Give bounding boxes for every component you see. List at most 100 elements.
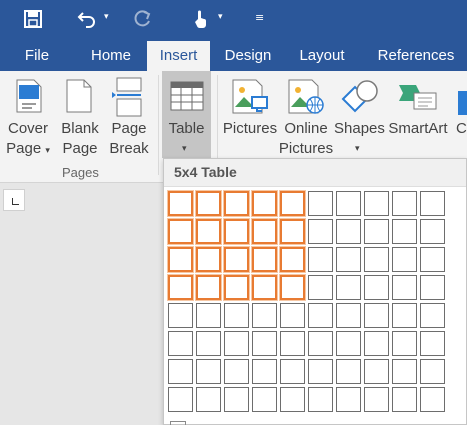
table-grid-cell[interactable] <box>168 247 193 272</box>
tab-file[interactable]: File <box>12 38 62 71</box>
table-grid-cell[interactable] <box>364 191 389 216</box>
table-grid-cell[interactable] <box>252 275 277 300</box>
table-grid-cell[interactable] <box>336 219 361 244</box>
table-grid-cell[interactable] <box>336 303 361 328</box>
table-grid-cell[interactable] <box>252 303 277 328</box>
table-grid-cell[interactable] <box>196 275 221 300</box>
table-grid-cell[interactable] <box>196 387 221 412</box>
table-grid-cell[interactable] <box>196 331 221 356</box>
table-grid-cell[interactable] <box>420 303 445 328</box>
table-grid-cell[interactable] <box>308 359 333 384</box>
table-grid-cell[interactable] <box>168 191 193 216</box>
table-grid-cell[interactable] <box>336 275 361 300</box>
draw-table-icon[interactable] <box>170 421 186 425</box>
table-grid-cell[interactable] <box>224 303 249 328</box>
cover-page-button[interactable]: Cover Page ▾ <box>2 71 54 163</box>
table-grid-cell[interactable] <box>420 359 445 384</box>
blank-page-button[interactable]: Blank Page <box>57 71 103 163</box>
table-grid-cell[interactable] <box>392 247 417 272</box>
table-grid-cell[interactable] <box>308 247 333 272</box>
table-grid-cell[interactable] <box>364 387 389 412</box>
table-grid-cell[interactable] <box>168 219 193 244</box>
table-grid-cell[interactable] <box>364 247 389 272</box>
table-grid-cell[interactable] <box>280 359 305 384</box>
table-grid-cell[interactable] <box>336 247 361 272</box>
table-grid-cell[interactable] <box>392 359 417 384</box>
table-grid-cell[interactable] <box>252 191 277 216</box>
tab-references[interactable]: References <box>365 38 467 71</box>
table-grid-cell[interactable] <box>336 191 361 216</box>
page-break-button[interactable]: Page Break <box>106 71 152 163</box>
undo-dropdown-icon[interactable]: ▾ <box>104 12 109 22</box>
table-grid-cell[interactable] <box>252 219 277 244</box>
table-grid-cell[interactable] <box>280 387 305 412</box>
table-grid-cell[interactable] <box>224 387 249 412</box>
tab-design[interactable]: Design <box>216 38 280 71</box>
table-grid-cell[interactable] <box>224 219 249 244</box>
table-grid-cell[interactable] <box>196 191 221 216</box>
table-grid-cell[interactable] <box>392 331 417 356</box>
table-grid-cell[interactable] <box>392 219 417 244</box>
table-grid-cell[interactable] <box>308 331 333 356</box>
table-grid-cell[interactable] <box>364 303 389 328</box>
table-grid-cell[interactable] <box>308 191 333 216</box>
table-grid-cell[interactable] <box>420 219 445 244</box>
table-grid-cell[interactable] <box>168 303 193 328</box>
table-grid-cell[interactable] <box>168 331 193 356</box>
table-grid-cell[interactable] <box>336 331 361 356</box>
tab-insert[interactable]: Insert <box>147 41 210 71</box>
table-grid-cell[interactable] <box>392 387 417 412</box>
tab-home[interactable]: Home <box>80 38 142 71</box>
pictures-button[interactable]: Pictures <box>222 71 278 163</box>
table-grid-cell[interactable] <box>224 247 249 272</box>
online-pictures-button[interactable]: Online Pictures <box>279 71 333 163</box>
table-grid-cell[interactable] <box>420 247 445 272</box>
table-grid-cell[interactable] <box>224 191 249 216</box>
table-grid-cell[interactable] <box>420 387 445 412</box>
save-button[interactable] <box>18 0 48 38</box>
table-grid-cell[interactable] <box>252 387 277 412</box>
table-grid-cell[interactable] <box>196 219 221 244</box>
table-button[interactable]: Table ▾ <box>162 71 211 158</box>
table-grid-cell[interactable] <box>224 275 249 300</box>
table-grid-cell[interactable] <box>280 191 305 216</box>
tab-selector[interactable] <box>3 189 25 211</box>
table-grid-cell[interactable] <box>280 331 305 356</box>
customize-icon[interactable]: ≡ <box>255 11 264 24</box>
table-grid-cell[interactable] <box>420 331 445 356</box>
table-grid-cell[interactable] <box>420 191 445 216</box>
table-grid-cell[interactable] <box>168 387 193 412</box>
table-grid-cell[interactable] <box>364 219 389 244</box>
table-grid-cell[interactable] <box>224 331 249 356</box>
table-grid-cell[interactable] <box>364 331 389 356</box>
table-grid-cell[interactable] <box>308 303 333 328</box>
table-grid-cell[interactable] <box>280 303 305 328</box>
table-grid-cell[interactable] <box>196 247 221 272</box>
table-grid-cell[interactable] <box>252 247 277 272</box>
table-grid-cell[interactable] <box>280 219 305 244</box>
table-grid-cell[interactable] <box>392 303 417 328</box>
table-grid-cell[interactable] <box>364 359 389 384</box>
table-grid-cell[interactable] <box>252 331 277 356</box>
table-grid-cell[interactable] <box>168 359 193 384</box>
table-grid-cell[interactable] <box>196 303 221 328</box>
table-grid-cell[interactable] <box>420 275 445 300</box>
table-grid-cell[interactable] <box>364 275 389 300</box>
table-grid-cell[interactable] <box>336 359 361 384</box>
shapes-button[interactable]: Shapes ▾ <box>334 71 385 163</box>
table-grid-cell[interactable] <box>308 275 333 300</box>
table-grid-cell[interactable] <box>308 387 333 412</box>
table-grid-cell[interactable] <box>252 359 277 384</box>
table-grid-cell[interactable] <box>392 275 417 300</box>
table-grid-cell[interactable] <box>280 275 305 300</box>
chart-button[interactable]: Ch <box>452 71 467 163</box>
tab-layout[interactable]: Layout <box>289 38 355 71</box>
table-grid-cell[interactable] <box>168 275 193 300</box>
redo-button[interactable] <box>130 0 156 38</box>
table-grid-cell[interactable] <box>196 359 221 384</box>
touch-mode-dropdown-icon[interactable]: ▾ <box>218 12 223 22</box>
table-grid-cell[interactable] <box>392 191 417 216</box>
undo-button[interactable] <box>74 0 100 38</box>
table-grid-cell[interactable] <box>280 247 305 272</box>
table-grid-cell[interactable] <box>308 219 333 244</box>
